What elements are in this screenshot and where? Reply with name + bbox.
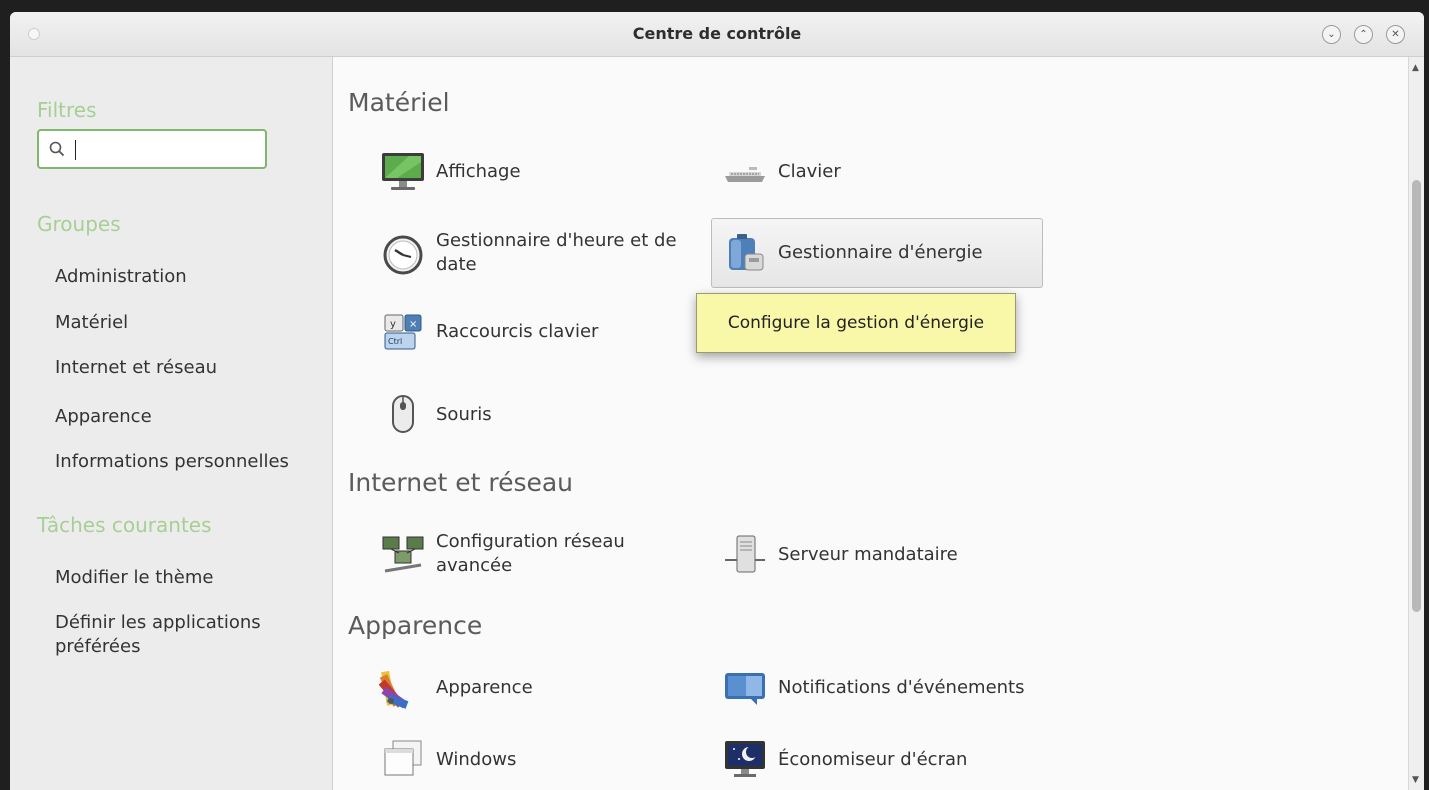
- vertical-scrollbar[interactable]: ▲ ▼: [1408, 57, 1424, 790]
- main-content: Matériel Affichage Clavier Gestionnaire …: [333, 57, 1408, 790]
- scroll-down-arrow-icon[interactable]: ▼: [1412, 775, 1419, 785]
- section-title-appearance: Apparence: [348, 611, 483, 640]
- monitor-icon: [378, 149, 428, 195]
- item-label: Notifications d'événements: [778, 677, 1025, 698]
- window-title: Centre de contrôle: [632, 24, 802, 43]
- scroll-up-arrow-icon[interactable]: ▲: [1412, 63, 1419, 73]
- titlebar: Centre de contrôle ⌄ ⌃ ✕: [10, 12, 1424, 57]
- sidebar-item-appearance[interactable]: Apparence: [55, 405, 315, 429]
- filters-heading: Filtres: [37, 98, 97, 122]
- item-label: Souris: [436, 404, 492, 425]
- item-label: Affichage: [436, 161, 521, 182]
- palette-icon: [378, 665, 428, 711]
- windows-icon: [378, 737, 428, 783]
- sidebar-item-network[interactable]: Internet et réseau: [55, 356, 315, 380]
- item-label: Économiseur d'écran: [778, 749, 968, 770]
- item-label: Clavier: [778, 161, 841, 182]
- mouse-icon: [378, 392, 428, 438]
- common-tasks-heading: Tâches courantes: [37, 513, 212, 537]
- item-label: Raccourcis clavier: [436, 321, 599, 342]
- power-manager-icon: [720, 230, 770, 276]
- keyboard-icon: [720, 149, 770, 195]
- tooltip: Configure la gestion d'énergie: [696, 293, 1016, 353]
- keyboard-shortcuts-icon: y × Ctrl: [378, 309, 428, 355]
- item-display[interactable]: Affichage: [378, 149, 521, 195]
- item-label: Configuration réseau avancée: [436, 531, 625, 576]
- search-input[interactable]: [73, 137, 258, 161]
- item-event-notifications[interactable]: Notifications d'événements: [720, 665, 1025, 711]
- sidebar-item-administration[interactable]: Administration: [55, 265, 315, 289]
- control-center-window: Centre de contrôle ⌄ ⌃ ✕ Filtres Groupes…: [10, 12, 1424, 790]
- item-advanced-network[interactable]: Configuration réseau avancée: [378, 530, 656, 578]
- section-title-hardware: Matériel: [348, 88, 450, 117]
- item-keyboard[interactable]: Clavier: [720, 149, 841, 195]
- svg-text:×: ×: [409, 319, 417, 330]
- svg-text:Ctrl: Ctrl: [388, 337, 402, 346]
- item-label: Apparence: [436, 677, 533, 698]
- proxy-server-icon: [720, 532, 770, 578]
- item-power-manager[interactable]: Gestionnaire d'énergie: [711, 218, 1043, 288]
- task-change-theme[interactable]: Modifier le thème: [55, 566, 315, 590]
- item-datetime[interactable]: Gestionnaire d'heure et de date: [378, 229, 696, 277]
- scrollbar-thumb[interactable]: [1412, 180, 1421, 612]
- sidebar-item-hardware[interactable]: Matériel: [55, 311, 315, 335]
- close-button[interactable]: ✕: [1386, 25, 1405, 44]
- item-label: Gestionnaire d'énergie: [778, 242, 983, 263]
- network-icon: [378, 531, 428, 577]
- search-icon: [49, 141, 65, 157]
- item-label: Gestionnaire d'heure et de date: [436, 230, 677, 275]
- screensaver-icon: [720, 737, 770, 783]
- svg-text:y: y: [390, 319, 396, 330]
- task-preferred-applications[interactable]: Définir les applications préférées: [55, 611, 285, 659]
- item-keyboard-shortcuts[interactable]: y × Ctrl Raccourcis clavier: [378, 309, 598, 355]
- item-screensaver[interactable]: Économiseur d'écran: [720, 737, 967, 783]
- groups-heading: Groupes: [37, 212, 121, 236]
- clock-icon: [378, 230, 428, 276]
- item-appearance[interactable]: Apparence: [378, 665, 533, 711]
- item-mouse[interactable]: Souris: [378, 392, 492, 438]
- search-box[interactable]: [37, 129, 267, 169]
- sidebar-item-personal-info[interactable]: Informations personnelles: [55, 450, 315, 474]
- item-windows[interactable]: Windows: [378, 737, 516, 783]
- minimize-button[interactable]: ⌄: [1322, 25, 1341, 44]
- section-title-network: Internet et réseau: [348, 468, 574, 497]
- item-label: Windows: [436, 749, 517, 770]
- sidebar: Filtres Groupes Administration Matériel …: [10, 57, 333, 790]
- item-proxy-server[interactable]: Serveur mandataire: [720, 532, 958, 578]
- item-label: Serveur mandataire: [778, 544, 958, 565]
- maximize-button[interactable]: ⌃: [1354, 25, 1373, 44]
- notification-icon: [720, 665, 770, 711]
